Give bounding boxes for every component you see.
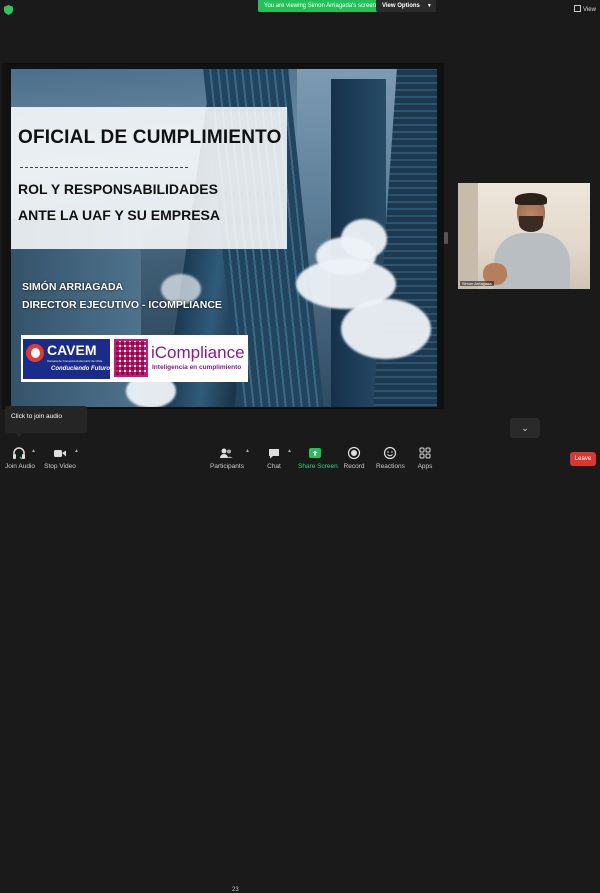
video-options-caret-icon[interactable]: ▲ <box>74 448 79 454</box>
record-button[interactable]: Record <box>342 446 366 470</box>
slide-logos-panel: CAVEM Cámara de Comercio Automotriz de C… <box>21 335 248 382</box>
viewing-screen-banner: You are viewing Simon Arriagada's screen <box>258 0 382 12</box>
participants-button[interactable]: Participants <box>210 446 244 470</box>
tooltip-text: Click to join audio <box>11 413 62 420</box>
icompliance-logo-name: iCompliance <box>151 343 245 362</box>
cavem-logo: CAVEM Cámara de Comercio Automotriz de C… <box>23 339 110 379</box>
share-screen-label: Share Screen <box>298 463 338 470</box>
view-label: View <box>583 7 596 13</box>
shared-screen: OFICIAL DE CUMPLIMIENTO ROL Y RESPONSABI… <box>2 63 444 409</box>
stop-video-button[interactable]: Stop Video <box>44 446 76 470</box>
leave-button[interactable]: Leave <box>570 452 596 466</box>
share-screen-button[interactable]: Share Screen <box>298 446 338 470</box>
chevron-down-icon: ▼ <box>426 3 432 9</box>
slide-subtitle-line2: ANTE LA UAF Y SU EMPRESA <box>18 207 220 223</box>
video-camera-icon <box>54 450 66 457</box>
chat-icon <box>269 449 279 459</box>
apps-button[interactable]: Apps <box>415 446 435 470</box>
view-options-button[interactable]: View Options ▼ <box>376 0 436 12</box>
slide-cloud <box>341 219 387 259</box>
meeting-toolbar: Join Audio ▲ Stop Video ▲ Participants 2… <box>0 440 600 893</box>
stop-video-label: Stop Video <box>44 463 76 470</box>
grid-view-icon <box>574 5 581 12</box>
participants-options-caret-icon[interactable]: ▲ <box>245 448 250 454</box>
join-audio-label: Join Audio <box>5 463 35 470</box>
slide-divider <box>20 167 188 168</box>
view-options-label: View Options <box>382 3 420 9</box>
participant-name-label: Simon Arriagada <box>460 281 494 286</box>
slide-presenter-role: DIRECTOR EJECUTIVO - ICOMPLIANCE <box>22 299 222 311</box>
chat-options-caret-icon[interactable]: ▲ <box>287 448 292 454</box>
slide-subtitle-line1: ROL Y RESPONSABILIDADES <box>18 181 218 197</box>
chat-label: Chat <box>267 463 281 470</box>
cavem-logo-name: CAVEM <box>47 342 97 358</box>
participants-icon <box>220 448 233 458</box>
chevron-down-icon: ⌄ <box>521 423 529 433</box>
participant-shirt <box>494 233 570 289</box>
reactions-smiley-icon <box>383 446 397 460</box>
cavem-emblem-icon <box>26 344 44 362</box>
icompliance-emblem-icon <box>114 339 148 377</box>
audio-options-caret-icon[interactable]: ▲ <box>31 448 36 454</box>
share-screen-icon <box>309 448 321 458</box>
slide-presenter-name: SIMÓN ARRIAGADA <box>22 281 124 293</box>
participant-beard <box>519 216 543 232</box>
participants-label: Participants <box>210 463 244 470</box>
icompliance-logo-tagline: Inteligencia en cumplimiento <box>152 364 242 371</box>
chat-button[interactable]: Chat <box>265 446 283 470</box>
apps-icon <box>419 447 431 459</box>
shield-icon <box>4 5 13 15</box>
expand-toolbar-button[interactable]: ⌄ <box>510 418 540 438</box>
reactions-label: Reactions <box>376 463 405 470</box>
cavem-logo-subtext: Cámara de Comercio Automotriz de Chile <box>47 359 103 363</box>
top-bar: You are viewing Simon Arriagada's screen… <box>0 0 600 20</box>
apps-label: Apps <box>417 463 433 470</box>
panel-resize-handle[interactable] <box>444 232 448 244</box>
record-label: Record <box>343 463 365 470</box>
participant-hair <box>515 193 547 205</box>
join-audio-tooltip: Click to join audio <box>5 406 87 437</box>
slide-cloud <box>341 299 431 359</box>
view-button[interactable]: View <box>574 5 596 13</box>
reactions-button[interactable]: Reactions <box>376 446 405 470</box>
headphones-icon <box>13 447 25 460</box>
record-icon <box>347 446 361 460</box>
join-audio-button[interactable]: Join Audio <box>5 446 35 470</box>
presentation-slide: OFICIAL DE CUMPLIMIENTO ROL Y RESPONSABI… <box>11 69 437 407</box>
slide-title: OFICIAL DE CUMPLIMIENTO <box>18 127 282 148</box>
video-background-wall <box>458 183 478 289</box>
participant-video[interactable]: Simon Arriagada <box>458 183 590 289</box>
participants-count: 23 <box>232 887 239 893</box>
cavem-logo-slogan: Conduciendo Futuro <box>51 366 110 372</box>
